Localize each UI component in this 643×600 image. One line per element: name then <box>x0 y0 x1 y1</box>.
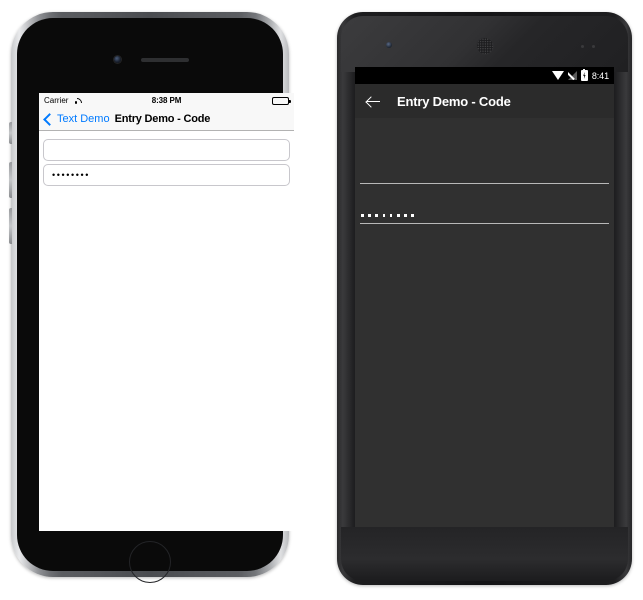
entry-field-password[interactable]: •••••••• <box>43 164 290 186</box>
ios-content-area: •••••••• <box>39 131 294 186</box>
entry-field-password[interactable] <box>360 194 609 224</box>
chevron-left-icon <box>43 112 56 126</box>
entry-field-plain[interactable] <box>360 154 609 184</box>
page-title: Entry Demo - Code <box>397 93 511 109</box>
android-content-area <box>355 154 614 527</box>
home-button[interactable] <box>129 541 171 583</box>
android-device: 8:41 Entry Demo - Code <box>337 12 632 585</box>
battery-charging-icon <box>580 68 588 81</box>
password-dot <box>389 214 393 217</box>
android-bottom-bezel <box>341 527 628 581</box>
password-dot <box>411 214 414 217</box>
ios-status-right <box>272 96 291 105</box>
password-dot <box>404 214 407 217</box>
charging-bolt-icon <box>583 72 586 79</box>
android-clock: 8:41 <box>591 70 609 81</box>
light-sensor-icon <box>592 45 595 48</box>
volume-down-button[interactable] <box>9 208 12 244</box>
signal-no-service-icon <box>567 71 577 80</box>
android-top-bezel <box>341 16 628 72</box>
entry-field-password-value <box>360 214 414 220</box>
front-camera-icon <box>386 42 392 48</box>
page-title: Entry Demo - Code <box>114 113 211 125</box>
arrow-left-icon[interactable] <box>366 94 381 109</box>
wifi-icon <box>551 70 564 80</box>
ios-navigation-bar: Text Demo Entry Demo - Code <box>39 108 294 131</box>
iphone-device: Carrier 8:38 PM Text Demo Entry Demo - C… <box>9 12 294 583</box>
volume-up-button[interactable] <box>9 162 12 198</box>
ios-clock: 8:38 PM <box>151 96 182 105</box>
iphone-screen: Carrier 8:38 PM Text Demo Entry Demo - C… <box>39 93 294 531</box>
password-dot <box>375 214 378 217</box>
ios-status-bar: Carrier 8:38 PM <box>39 93 294 108</box>
back-button[interactable]: Text Demo <box>43 112 110 126</box>
back-button-label: Text Demo <box>57 113 110 125</box>
entry-field-plain[interactable] <box>43 139 290 161</box>
proximity-sensor-icon <box>581 45 584 48</box>
password-dot <box>361 214 364 217</box>
password-dot <box>382 214 386 217</box>
silent-switch[interactable] <box>9 122 12 144</box>
earpiece-speaker <box>475 37 494 55</box>
battery-full-icon <box>272 96 291 105</box>
entry-field-password-value: •••••••• <box>52 169 91 180</box>
earpiece-speaker <box>141 58 189 62</box>
android-screen: 8:41 Entry Demo - Code <box>355 67 614 527</box>
front-camera-icon <box>114 56 121 63</box>
android-toolbar: Entry Demo - Code <box>355 84 614 118</box>
password-dot <box>368 214 371 217</box>
android-status-bar: 8:41 <box>355 67 614 84</box>
password-dot <box>396 214 400 217</box>
